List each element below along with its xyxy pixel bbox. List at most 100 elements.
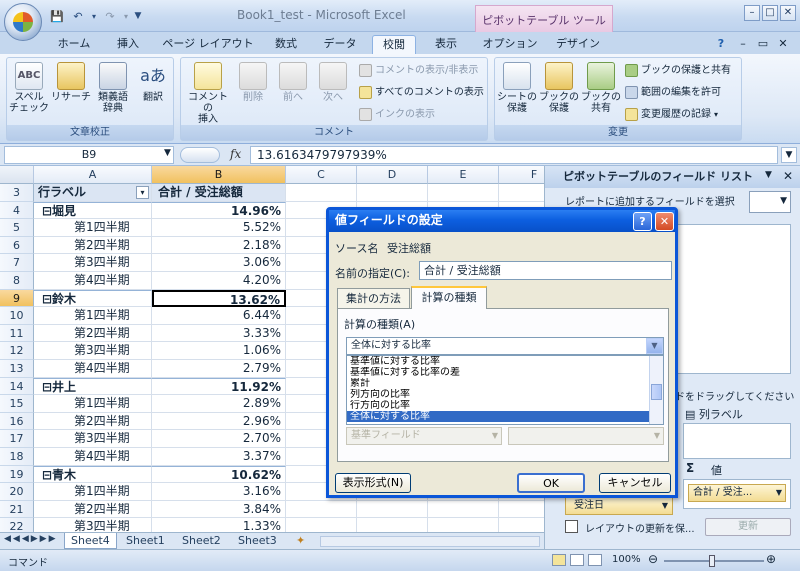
show-hide-comment-button[interactable]: コメントの表示/非表示 — [359, 62, 478, 79]
base-item-select[interactable]: ▼ — [508, 427, 664, 445]
tab-options[interactable]: オプション — [480, 35, 540, 54]
number-format-button[interactable]: 表示形式(N) — [335, 473, 411, 493]
tab-home[interactable]: ホーム — [52, 35, 96, 54]
value-cell[interactable]: 1.06% — [152, 342, 286, 360]
row-labels-filter-icon[interactable]: ▾ — [136, 186, 149, 199]
page-layout-view-icon[interactable] — [570, 554, 584, 566]
pane-options-icon[interactable]: ▼ — [765, 170, 772, 180]
value-field-chip[interactable]: 合計 / 受注... ▼ — [688, 484, 786, 502]
protect-book-button[interactable]: ブックの 保護 — [539, 60, 579, 114]
ok-button[interactable]: OK — [517, 473, 585, 493]
column-header-c[interactable]: C — [286, 166, 357, 184]
calc-option[interactable]: 累計 — [347, 378, 663, 389]
row-number[interactable]: 19 — [0, 465, 34, 484]
name-box[interactable]: B9 — [4, 146, 174, 164]
sheet-tab-sheet3[interactable]: Sheet3 — [232, 533, 283, 549]
tab-data[interactable]: データ — [318, 35, 362, 54]
value-cell[interactable]: 3.37% — [152, 448, 286, 466]
item-label-cell[interactable]: 第4四半期 — [34, 272, 152, 290]
thesaurus-button[interactable]: 類義語 辞典 — [93, 60, 133, 114]
row-number[interactable]: 3 — [0, 184, 34, 202]
item-label-cell[interactable]: 第3四半期 — [34, 430, 152, 448]
calc-type-select[interactable]: 全体に対する比率 — [346, 337, 664, 355]
tab-page-layout[interactable]: ページ レイアウト — [160, 35, 256, 54]
close-button[interactable]: ✕ — [780, 5, 796, 21]
listbox-scroll-thumb[interactable] — [651, 384, 662, 400]
column-header-a[interactable]: A — [34, 166, 152, 184]
row-number[interactable]: 14 — [0, 377, 34, 396]
value-cell[interactable]: 2.96% — [152, 412, 286, 431]
item-label-cell[interactable]: 第1四半期 — [34, 395, 152, 413]
row-number[interactable]: 6 — [0, 236, 34, 255]
dialog-close-icon[interactable]: ✕ — [655, 212, 674, 231]
row-number[interactable]: 17 — [0, 430, 34, 448]
row-number[interactable]: 7 — [0, 254, 34, 272]
next-comment-button[interactable]: 次へ — [313, 60, 353, 103]
sheet-tab-sheet4[interactable]: Sheet4 — [64, 533, 117, 549]
custom-name-input[interactable]: 合計 / 受注総額 — [419, 261, 672, 280]
customize-qat-icon[interactable]: ▼ — [133, 7, 143, 25]
zoom-level[interactable]: 100% — [612, 554, 641, 565]
base-field-select[interactable]: 基準フィールド ▼ — [346, 427, 502, 445]
item-label-cell[interactable]: 第2四半期 — [34, 500, 152, 519]
item-label-cell[interactable]: 第3四半期 — [34, 254, 152, 272]
calc-option[interactable]: 列方向の比率 — [347, 389, 663, 400]
show-ink-button[interactable]: インクの表示 — [359, 106, 435, 123]
value-cell[interactable]: 3.33% — [152, 324, 286, 343]
office-button[interactable] — [4, 3, 42, 41]
redo-dropdown-icon[interactable]: ▾ — [122, 7, 130, 25]
item-label-cell[interactable]: 第1四半期 — [34, 219, 152, 237]
zoom-out-icon[interactable]: ⊖ — [648, 552, 658, 566]
pane-close-icon[interactable]: ✕ — [783, 169, 793, 183]
save-icon[interactable]: 💾 — [48, 7, 66, 25]
group-label-cell[interactable]: ⊟鈴木 — [34, 289, 152, 308]
calc-option-selected[interactable]: 全体に対する比率 — [347, 411, 663, 422]
zoom-slider-thumb[interactable] — [709, 555, 715, 567]
ribbon-close-icon[interactable]: ✕ — [776, 35, 790, 54]
row-number[interactable]: 5 — [0, 219, 34, 237]
listbox-scrollbar[interactable] — [649, 356, 663, 424]
undo-dropdown-icon[interactable]: ▾ — [90, 7, 98, 25]
help-icon[interactable]: ? — [712, 35, 730, 54]
show-all-comments-button[interactable]: すべてのコメントの表示 — [359, 84, 484, 101]
value-cell[interactable]: 10.62% — [152, 465, 286, 484]
formula-input[interactable]: 13.6163479797939% — [250, 146, 778, 164]
tab-design[interactable]: デザイン — [550, 35, 606, 54]
row-number[interactable]: 21 — [0, 500, 34, 519]
row-number[interactable]: 4 — [0, 201, 34, 220]
expand-formula-bar-icon[interactable]: ▼ — [781, 147, 797, 163]
group-label-cell[interactable]: ⊟井上 — [34, 377, 152, 396]
tab-show-values-as[interactable]: 計算の種類 — [411, 286, 487, 309]
row-number[interactable]: 10 — [0, 307, 34, 325]
calc-option[interactable]: 基準値に対する比率 — [347, 356, 663, 367]
track-changes-button[interactable]: 変更履歴の記録 ▾ — [625, 106, 718, 123]
column-labels-box[interactable] — [683, 423, 791, 459]
item-label-cell[interactable]: 第4四半期 — [34, 360, 152, 378]
tab-summarize-by[interactable]: 集計の方法 — [337, 288, 410, 308]
protect-share-button[interactable]: ブックの保護と共有 — [625, 62, 731, 79]
row-number[interactable]: 8 — [0, 272, 34, 290]
horizontal-scrollbar[interactable] — [320, 536, 540, 547]
tab-formulas[interactable]: 数式 — [268, 35, 304, 54]
tab-insert[interactable]: 挿入 — [108, 35, 148, 54]
insert-function-icon[interactable]: fx — [230, 147, 241, 161]
item-label-cell[interactable]: 第3四半期 — [34, 342, 152, 360]
name-box-dropdown-icon[interactable]: ▼ — [164, 148, 171, 158]
sheet-nav-icons[interactable]: ◀◀◀▶▶▶ — [4, 534, 58, 544]
delete-comment-button[interactable]: 削除 — [233, 60, 273, 103]
value-cell[interactable]: 1.33% — [152, 518, 286, 532]
group-label-cell[interactable]: ⊟青木 — [34, 465, 152, 484]
undo-icon[interactable]: ↶ — [69, 7, 87, 25]
update-button[interactable]: 更新 — [705, 518, 791, 536]
item-label-cell[interactable]: 第1四半期 — [34, 307, 152, 325]
spellcheck-button[interactable]: ABC スペル チェック — [9, 60, 49, 114]
item-label-cell[interactable]: 第2四半期 — [34, 324, 152, 343]
row-number[interactable]: 9 — [0, 289, 34, 308]
page-break-view-icon[interactable] — [588, 554, 602, 566]
zoom-in-icon[interactable]: ⊕ — [766, 552, 776, 566]
value-cell[interactable]: 2.18% — [152, 236, 286, 255]
row-number[interactable]: 11 — [0, 324, 34, 343]
value-cell[interactable]: 3.84% — [152, 500, 286, 519]
sheet-tab-sheet1[interactable]: Sheet1 — [120, 533, 171, 549]
defer-update-checkbox[interactable] — [565, 520, 578, 533]
